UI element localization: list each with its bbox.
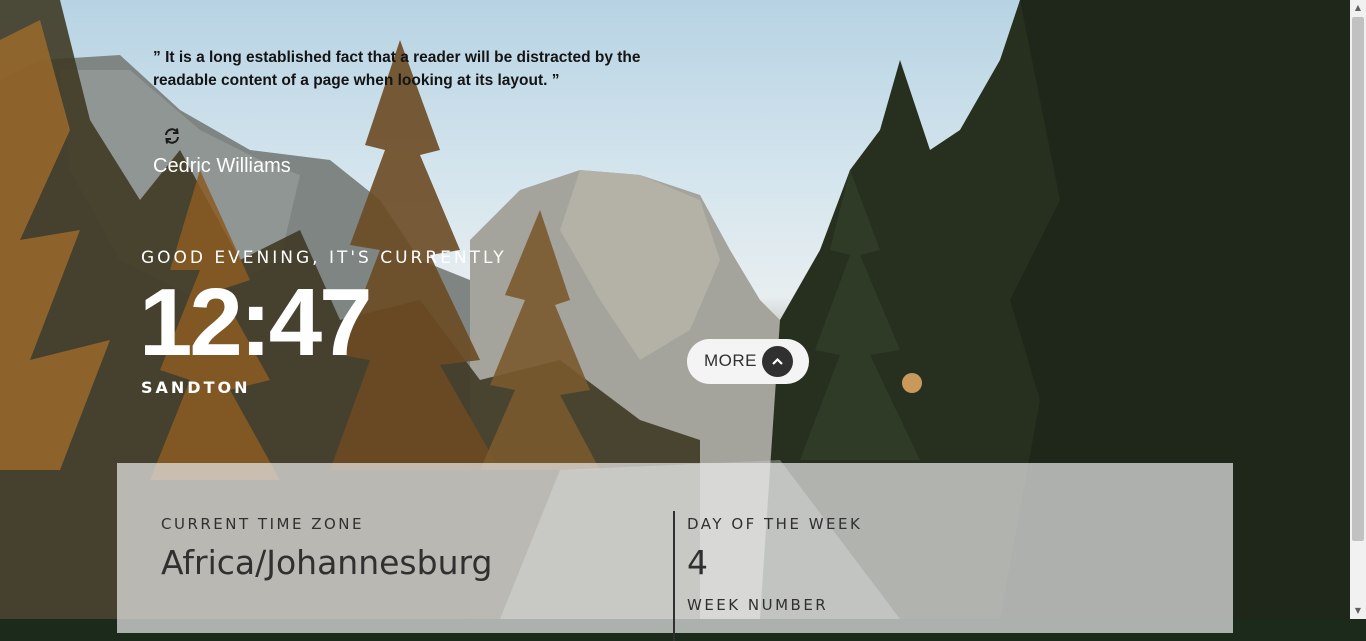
scroll-up-arrow-icon[interactable]: ▲ bbox=[1350, 0, 1366, 16]
quote-open-mark: ” bbox=[153, 49, 161, 66]
info-panel: CURRENT TIME ZONE Africa/Johannesburg DA… bbox=[117, 463, 1233, 641]
clock-time: 12:47 bbox=[139, 269, 373, 376]
week-number-label: WEEK NUMBER bbox=[687, 596, 829, 614]
refresh-icon[interactable] bbox=[163, 127, 181, 145]
more-button-label: MORE bbox=[704, 351, 757, 370]
day-of-week-label: DAY OF THE WEEK bbox=[687, 515, 863, 533]
panel-divider bbox=[673, 511, 675, 641]
timezone-value: Africa/Johannesburg bbox=[161, 543, 493, 582]
quote-text: It is a long established fact that a rea… bbox=[153, 49, 641, 89]
quote-close-mark: ” bbox=[551, 72, 560, 89]
scrollbar-thumb[interactable] bbox=[1352, 17, 1364, 541]
chevron-up-icon bbox=[762, 346, 793, 377]
greeting-text: GOOD EVENING, IT'S CURRENTLY bbox=[141, 248, 507, 268]
more-button[interactable]: MORE bbox=[687, 339, 809, 384]
page-scrollbar[interactable]: ▲ ▼ bbox=[1350, 0, 1366, 619]
day-of-week-value: 4 bbox=[687, 543, 708, 582]
scroll-down-arrow-icon[interactable]: ▼ bbox=[1350, 603, 1366, 619]
quote-text-block: ” It is a long established fact that a r… bbox=[153, 46, 663, 92]
quote-author: Cedric Williams bbox=[153, 155, 291, 177]
timezone-label: CURRENT TIME ZONE bbox=[161, 515, 364, 533]
location-text: SANDTON bbox=[141, 378, 251, 397]
